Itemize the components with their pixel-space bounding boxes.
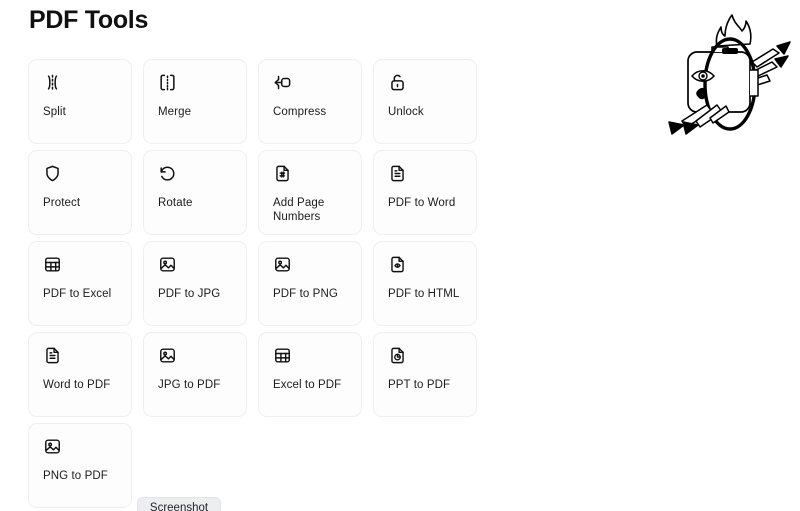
tool-card-label: Rotate (158, 197, 193, 209)
table-grid-icon (273, 346, 292, 365)
tools-grid: Split Merge Compress Unlock Protect Rotate Add… (28, 59, 480, 508)
rotate-counterclockwise-icon (158, 164, 177, 183)
tool-card-label: Compress (273, 106, 327, 118)
pdf-tools-page: PDF Tools Split Merge Compress Unlock Protec… (0, 0, 800, 511)
tool-card-label: PNG to PDF (43, 470, 108, 482)
tool-card-unlock[interactable]: Unlock (373, 59, 477, 144)
tool-card-protect[interactable]: Protect (28, 150, 132, 235)
file-hash-icon (273, 164, 292, 183)
tool-card-pdf-to-png[interactable]: PDF to PNG (258, 241, 362, 326)
tool-card-label: Split (43, 106, 66, 118)
tool-card-label: Add Page Numbers (273, 197, 325, 223)
file-text-icon (388, 164, 407, 183)
tool-card-label: PDF to JPG (158, 288, 221, 300)
tool-card-pdf-to-html[interactable]: PDF to HTML (373, 241, 477, 326)
tool-card-rotate[interactable]: Rotate (143, 150, 247, 235)
split-brackets-icon (43, 73, 62, 92)
tool-card-png-to-pdf[interactable]: PNG to PDF (28, 423, 132, 508)
tool-card-word-to-pdf[interactable]: Word to PDF (28, 332, 132, 417)
tool-card-merge[interactable]: Merge (143, 59, 247, 144)
tool-card-pdf-to-word[interactable]: PDF to Word (373, 150, 477, 235)
tool-card-label: JPG to PDF (158, 379, 221, 391)
tool-card-label: PDF to PNG (273, 288, 338, 300)
shield-icon (43, 164, 62, 183)
tool-card-label: PPT to PDF (388, 379, 451, 391)
image-icon (158, 346, 177, 365)
tool-card-jpg-to-pdf[interactable]: JPG to PDF (143, 332, 247, 417)
file-chart-icon (388, 346, 407, 365)
tool-card-label: Unlock (388, 106, 424, 118)
unlock-padlock-icon (388, 73, 407, 92)
tool-card-label: PDF to HTML (388, 288, 460, 300)
tool-card-label: Protect (43, 197, 81, 209)
tool-card-label: Excel to PDF (273, 379, 342, 391)
compress-arrows-icon (273, 73, 292, 92)
screenshot-button[interactable]: Screenshot (137, 497, 221, 511)
merge-dashed-rect-icon (158, 73, 177, 92)
tool-card-label: Merge (158, 106, 192, 118)
tool-card-label: PDF to Excel (43, 288, 112, 300)
page-title: PDF Tools (29, 6, 149, 34)
image-icon (158, 255, 177, 274)
flame-ring-character-illustration (660, 8, 796, 144)
image-icon (43, 437, 62, 456)
tool-card-split[interactable]: Split (28, 59, 132, 144)
tool-card-ppt-to-pdf[interactable]: PPT to PDF (373, 332, 477, 417)
file-code-icon (388, 255, 407, 274)
file-text-icon (43, 346, 62, 365)
tool-card-pdf-to-jpg[interactable]: PDF to JPG (143, 241, 247, 326)
image-icon (273, 255, 292, 274)
screenshot-button-label: Screenshot (149, 502, 209, 511)
tool-card-compress[interactable]: Compress (258, 59, 362, 144)
tool-card-pdf-to-excel[interactable]: PDF to Excel (28, 241, 132, 326)
table-grid-icon (43, 255, 62, 274)
tool-card-label: PDF to Word (388, 197, 456, 209)
tool-card-excel-to-pdf[interactable]: Excel to PDF (258, 332, 362, 417)
tool-card-add-page-numbers[interactable]: Add Page Numbers (258, 150, 362, 235)
tool-card-label: Word to PDF (43, 379, 111, 391)
